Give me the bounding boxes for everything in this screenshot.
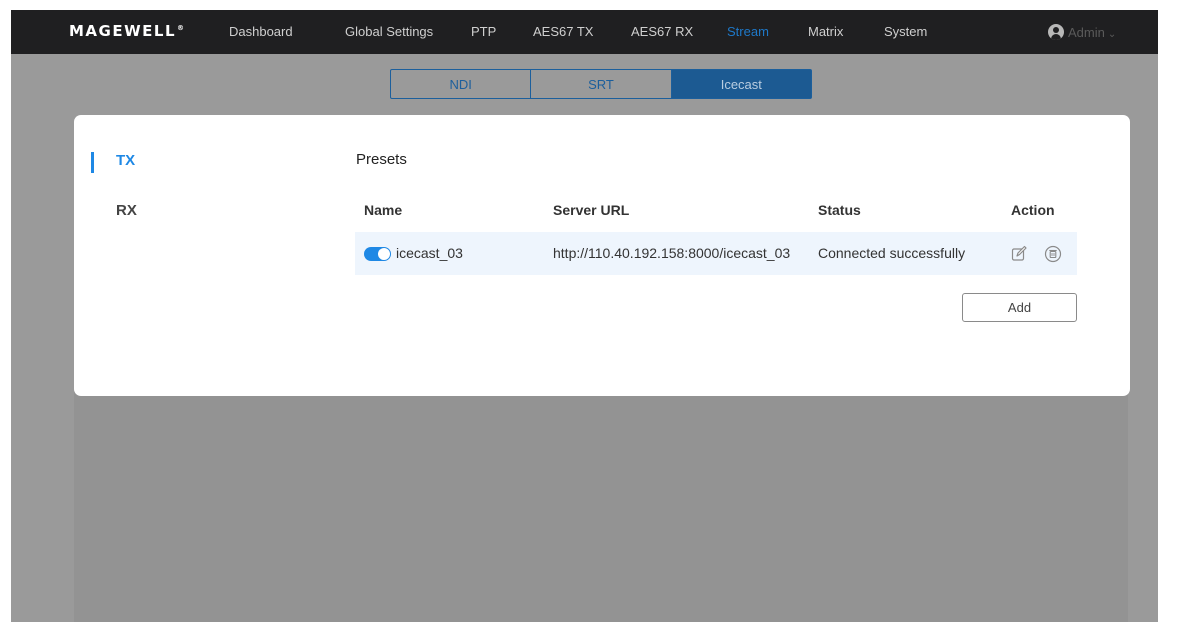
background-panel <box>74 390 1128 622</box>
brand-logo: MAGEWELL® <box>69 22 185 40</box>
sidebar-item-rx[interactable]: RX <box>116 202 137 219</box>
preset-server-url: http://110.40.192.158:8000/icecast_03 <box>553 245 791 261</box>
nav-global-settings[interactable]: Global Settings <box>345 24 433 39</box>
toggle-knob <box>378 248 390 260</box>
tab-srt[interactable]: SRT <box>531 70 672 98</box>
column-header-status: Status <box>818 202 861 218</box>
sidebar-item-tx[interactable]: TX <box>116 152 135 169</box>
preset-status: Connected successfully <box>818 245 966 261</box>
sidebar-active-indicator <box>91 152 94 173</box>
column-header-server-url: Server URL <box>553 202 630 218</box>
chevron-down-icon: ⌄ <box>1107 29 1117 40</box>
preset-enable-toggle[interactable] <box>364 247 391 261</box>
column-header-action: Action <box>1011 202 1055 218</box>
app-frame: MAGEWELL® Dashboard Global Settings PTP … <box>11 10 1158 622</box>
table-row: icecast_03 http://110.40.192.158:8000/ic… <box>355 232 1077 275</box>
tab-icecast[interactable]: Icecast <box>671 70 811 98</box>
nav-system[interactable]: System <box>884 24 927 39</box>
nav-dashboard[interactable]: Dashboard <box>229 24 293 39</box>
top-navigation-bar: MAGEWELL® Dashboard Global Settings PTP … <box>11 10 1158 54</box>
user-menu[interactable]: Admin ⌄ <box>1048 24 1116 40</box>
nav-aes67-tx[interactable]: AES67 TX <box>533 24 593 39</box>
add-preset-button[interactable]: Add <box>962 293 1077 322</box>
presets-title: Presets <box>356 151 407 168</box>
stream-protocol-tabs: NDI SRT Icecast <box>390 69 812 99</box>
nav-matrix[interactable]: Matrix <box>808 24 843 39</box>
user-name: Admin <box>1068 25 1105 40</box>
nav-ptp[interactable]: PTP <box>471 24 496 39</box>
tab-ndi[interactable]: NDI <box>391 70 532 98</box>
presets-card: TX RX Presets Name Server URL Status Act… <box>74 115 1130 396</box>
nav-aes67-rx[interactable]: AES67 RX <box>631 24 693 39</box>
user-avatar-icon <box>1048 24 1064 40</box>
edit-icon[interactable] <box>1010 245 1028 263</box>
nav-stream[interactable]: Stream <box>727 24 769 39</box>
column-header-name: Name <box>364 202 403 218</box>
preset-name: icecast_03 <box>396 245 463 261</box>
delete-icon[interactable] <box>1044 245 1062 263</box>
